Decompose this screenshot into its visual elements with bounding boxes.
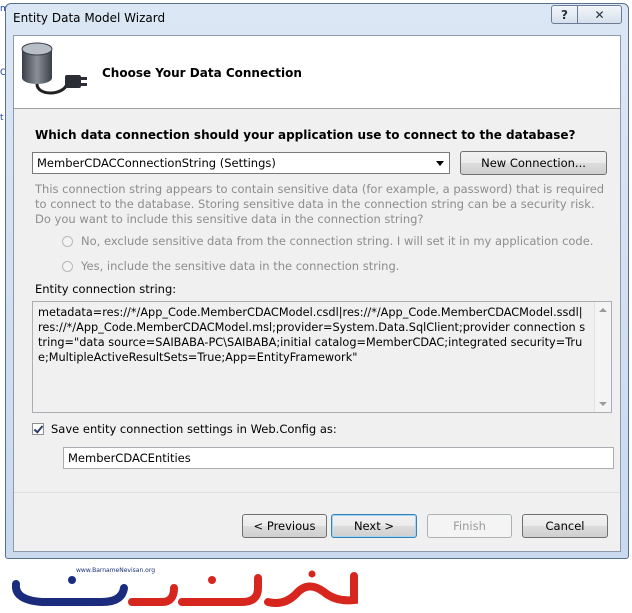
close-icon: ✕ — [594, 7, 605, 22]
radio-button[interactable] — [62, 235, 73, 247]
scroll-down-icon[interactable] — [599, 402, 607, 406]
radio-exclude-label: No, exclude sensitive data from the conn… — [81, 234, 594, 248]
previous-button[interactable]: < Previous — [242, 514, 327, 538]
cancel-button[interactable]: Cancel — [522, 514, 608, 538]
window-title: Entity Data Model Wizard — [13, 11, 166, 25]
watermark-url: www.BarnameNevisan.org — [76, 567, 155, 574]
entity-connection-textbox[interactable]: metadata=res://*/App_Code.MemberCDACMode… — [32, 301, 612, 413]
footer-divider — [14, 492, 620, 493]
close-button[interactable]: ✕ — [577, 5, 622, 24]
page-title: Choose Your Data Connection — [102, 66, 302, 80]
radio-exclude-sensitive[interactable]: No, exclude sensitive data from the conn… — [62, 234, 593, 248]
wizard-header: Choose Your Data Connection — [14, 36, 620, 109]
save-settings-row[interactable]: Save entity connection settings in Web.C… — [32, 422, 337, 436]
sensitive-data-note: This connection string appears to contai… — [35, 182, 605, 226]
radio-button[interactable] — [62, 260, 73, 272]
database-plug-icon — [21, 42, 87, 95]
vertical-scrollbar[interactable] — [594, 302, 611, 412]
entity-connection-string: metadata=res://*/App_Code.MemberCDACMode… — [38, 306, 586, 364]
brand-logo-icon — [11, 570, 358, 607]
next-button[interactable]: Next > — [331, 514, 417, 538]
connection-select-value: MemberCDACConnectionString (Settings) — [37, 156, 276, 170]
wizard-window: Entity Data Model Wizard ? ✕ Choose Your… — [5, 3, 629, 559]
watermark-logo: www.BarnameNevisan.org — [11, 566, 364, 610]
background-text-fragment: t — [0, 113, 4, 123]
save-settings-checkbox[interactable] — [32, 423, 44, 435]
dialog-body: Choose Your Data Connection Which data c… — [13, 35, 621, 552]
entities-name-value: MemberCDACEntities — [68, 451, 191, 465]
entities-name-input[interactable]: MemberCDACEntities — [63, 447, 614, 469]
help-icon: ? — [561, 7, 568, 22]
new-connection-button[interactable]: New Connection... — [460, 151, 607, 175]
title-bar[interactable]: Entity Data Model Wizard ? ✕ — [6, 4, 628, 34]
connection-question: Which data connection should your applic… — [35, 128, 576, 142]
help-button[interactable]: ? — [551, 5, 578, 24]
finish-button[interactable]: Finish — [427, 514, 512, 538]
entity-connection-label: Entity connection string: — [35, 282, 177, 296]
chevron-down-icon[interactable] — [436, 161, 444, 166]
connection-select[interactable]: MemberCDACConnectionString (Settings) — [32, 152, 450, 174]
radio-include-label: Yes, include the sensitive data in the c… — [81, 259, 400, 273]
scroll-up-icon[interactable] — [599, 308, 607, 312]
radio-include-sensitive[interactable]: Yes, include the sensitive data in the c… — [62, 259, 399, 273]
save-settings-label: Save entity connection settings in Web.C… — [51, 422, 337, 436]
